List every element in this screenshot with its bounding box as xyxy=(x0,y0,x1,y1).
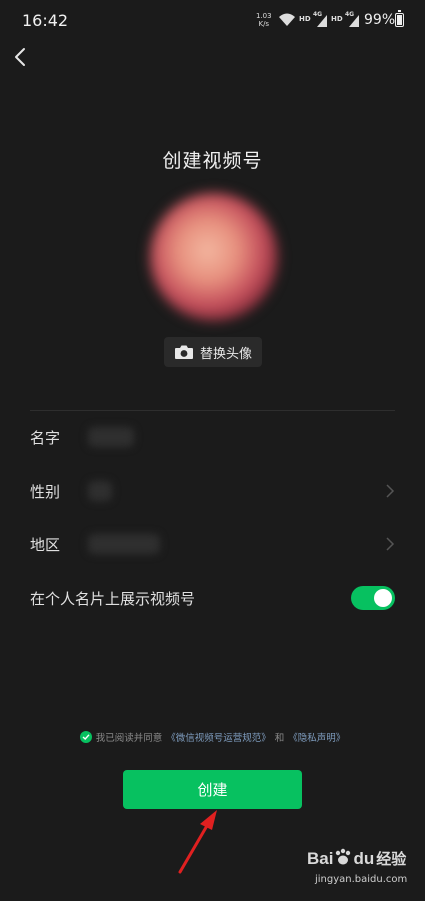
status-bar: 16:42 1.03 K/s HD 4G HD 4G 99% xyxy=(0,0,425,40)
name-field[interactable]: 名字 xyxy=(30,415,395,459)
avatar[interactable] xyxy=(150,193,278,321)
replace-avatar-button[interactable]: 替换头像 xyxy=(164,337,262,367)
gender-value-obscured xyxy=(88,481,112,501)
region-label: 地区 xyxy=(30,535,61,554)
agreement-checkbox[interactable] xyxy=(79,731,92,743)
toggle-knob xyxy=(374,589,392,607)
agreement-row: 我已阅读并同意 《微信视频号运营规范》和《隐私声明》 xyxy=(0,730,425,744)
watermark-brand-c: 经验 xyxy=(376,851,407,868)
hd-badge-2: HD xyxy=(331,15,343,23)
privacy-statement-link[interactable]: 《隐私声明》 xyxy=(288,730,345,744)
watermark-brand-b: du xyxy=(353,849,375,868)
chevron-right-icon xyxy=(386,484,395,498)
name-value-obscured xyxy=(88,427,134,447)
watermark-url: jingyan.baidu.com xyxy=(315,874,408,885)
replace-avatar-label: 替换头像 xyxy=(199,346,252,362)
paw-icon xyxy=(336,848,351,865)
signal-icon xyxy=(317,15,327,27)
battery-icon xyxy=(395,10,404,27)
show-on-card-toggle[interactable] xyxy=(351,586,395,610)
chevron-right-icon xyxy=(386,537,395,551)
gender-field[interactable]: 性别 xyxy=(30,469,395,513)
page-title: 创建视频号 xyxy=(162,150,263,172)
gender-label: 性别 xyxy=(30,482,61,501)
agreement-and: 和 xyxy=(274,733,285,744)
camera-icon xyxy=(174,345,193,359)
watermark-brand-a: Bai xyxy=(307,849,334,868)
wifi-icon xyxy=(279,13,295,26)
annotation-arrow-icon xyxy=(178,810,217,874)
region-value-obscured xyxy=(88,534,160,554)
show-on-card-row: 在个人名片上展示视频号 xyxy=(30,576,395,620)
create-button[interactable]: 创建 xyxy=(123,770,302,809)
back-button[interactable] xyxy=(10,45,34,69)
region-field[interactable]: 地区 xyxy=(30,522,395,566)
operation-rules-link[interactable]: 《微信视频号运营规范》 xyxy=(166,730,271,744)
network-speed: 1.03 K/s xyxy=(256,12,272,28)
divider xyxy=(30,410,395,411)
status-time: 16:42 xyxy=(22,11,69,30)
signal-icon-2 xyxy=(349,15,359,27)
network-speed-unit: K/s xyxy=(258,20,270,28)
agreement-text: 我已阅读并同意 xyxy=(95,733,163,744)
checkmark-icon xyxy=(82,734,90,740)
show-on-card-label: 在个人名片上展示视频号 xyxy=(30,589,196,608)
baidu-watermark: Bai du 经验 jingyan.baidu.com xyxy=(307,848,407,885)
chevron-left-icon xyxy=(15,48,25,66)
network-speed-value: 1.03 xyxy=(256,12,272,20)
name-label: 名字 xyxy=(30,428,61,447)
battery-percent: 99% xyxy=(364,12,396,28)
hd-badge: HD xyxy=(299,15,311,23)
